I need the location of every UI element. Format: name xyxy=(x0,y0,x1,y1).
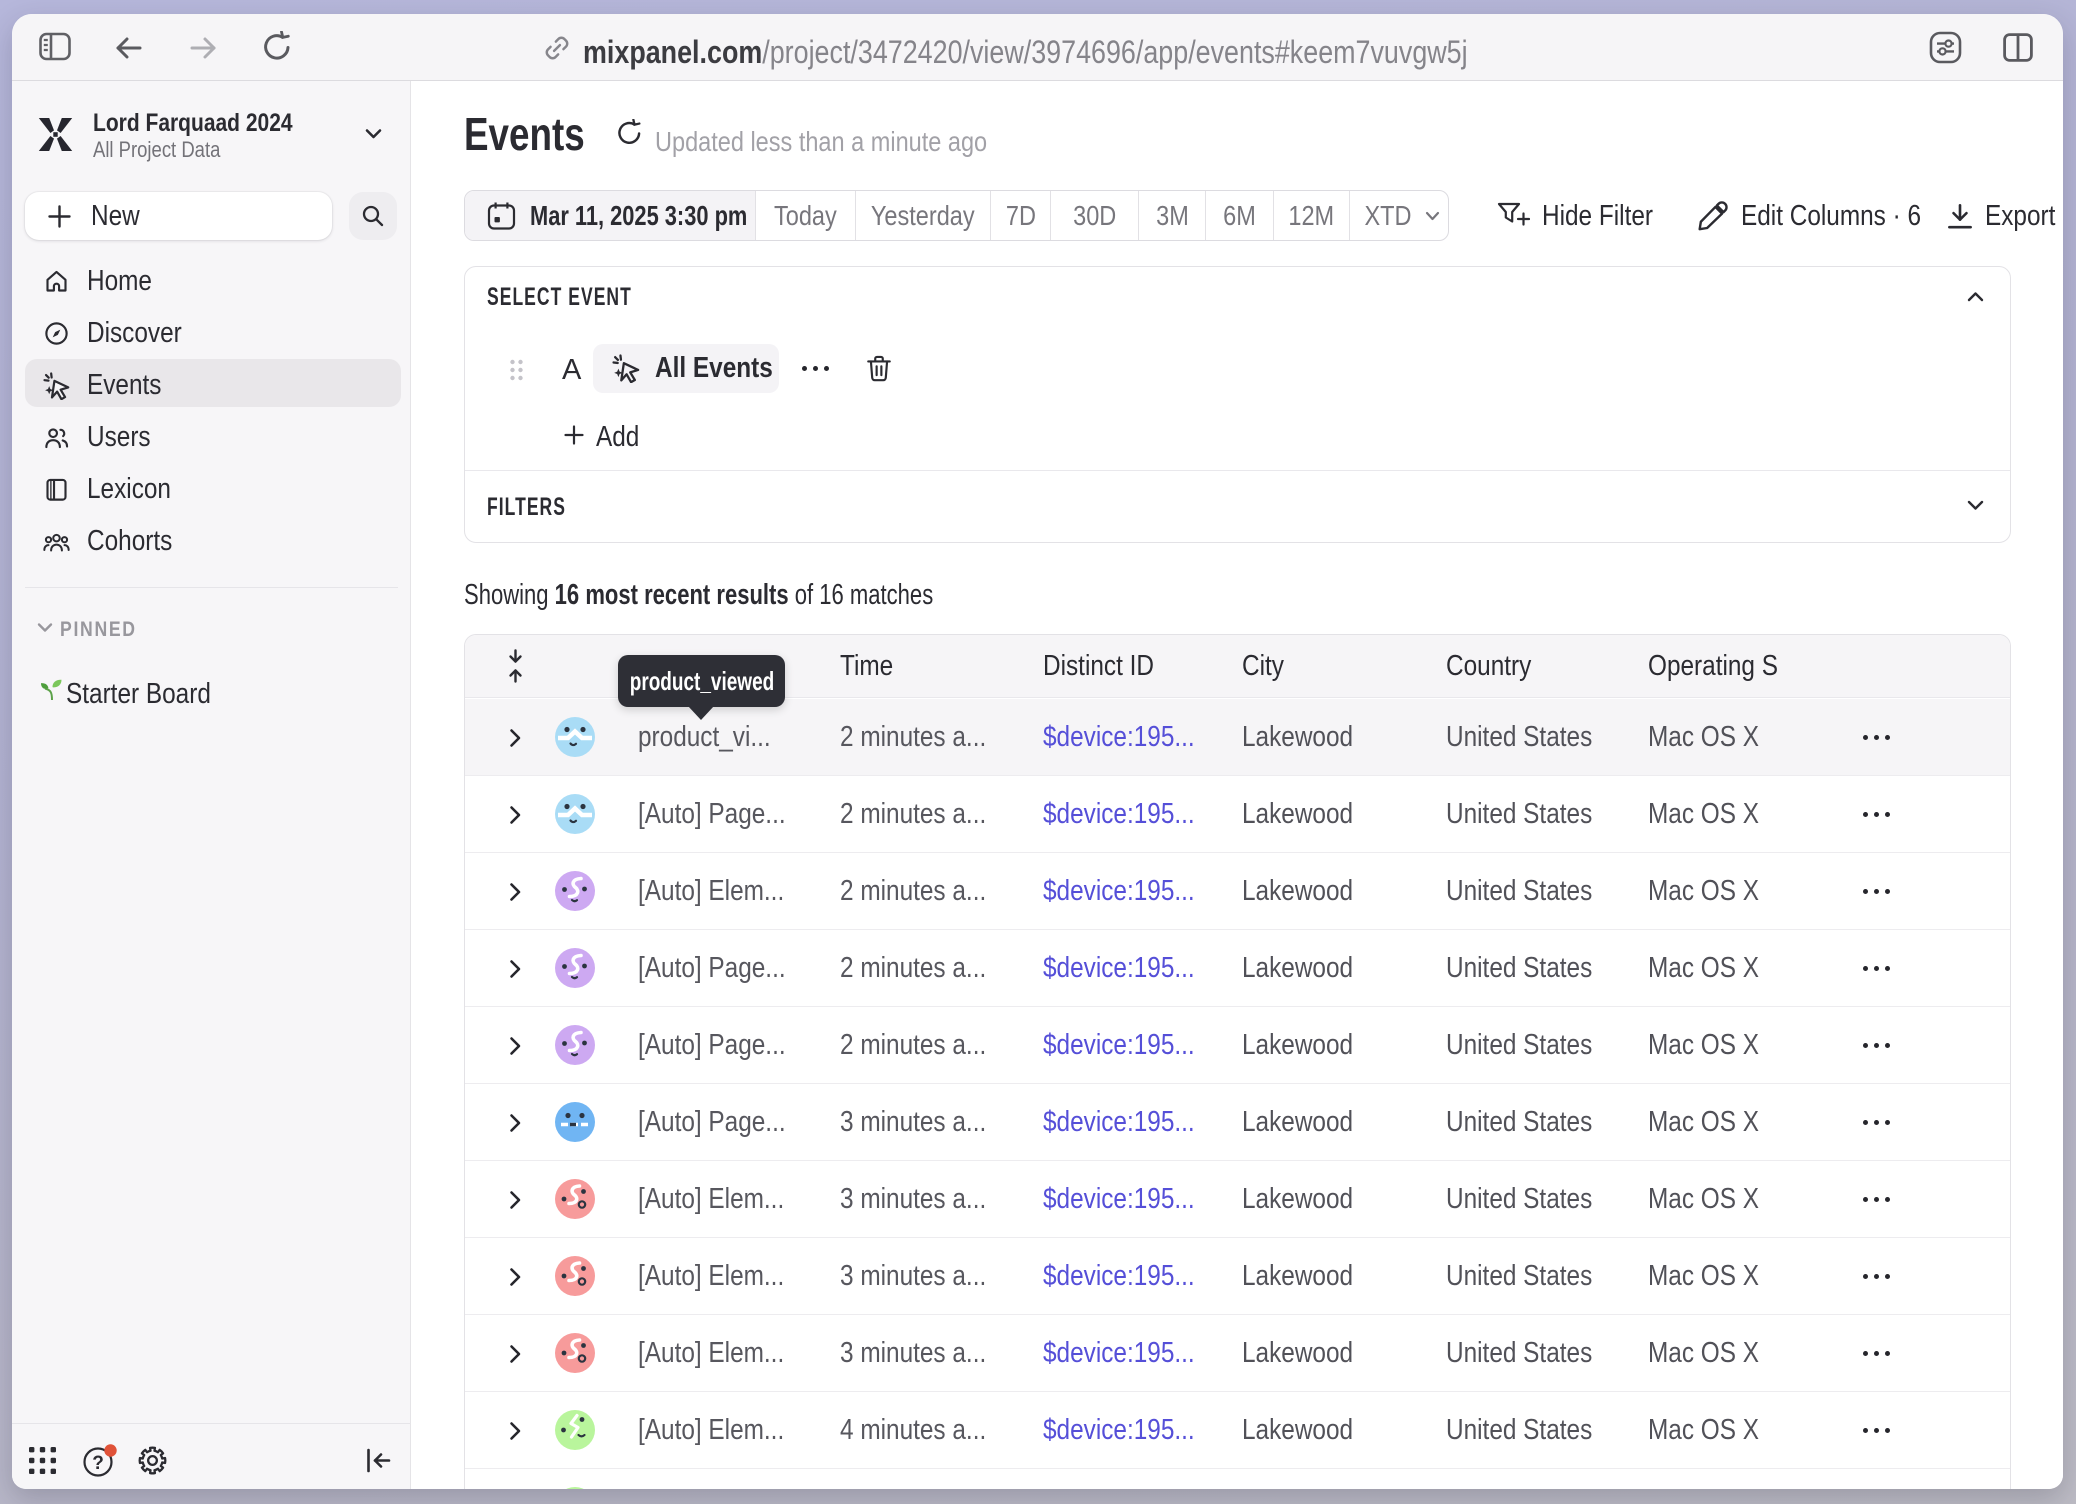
svg-text:?: ? xyxy=(92,1453,104,1474)
